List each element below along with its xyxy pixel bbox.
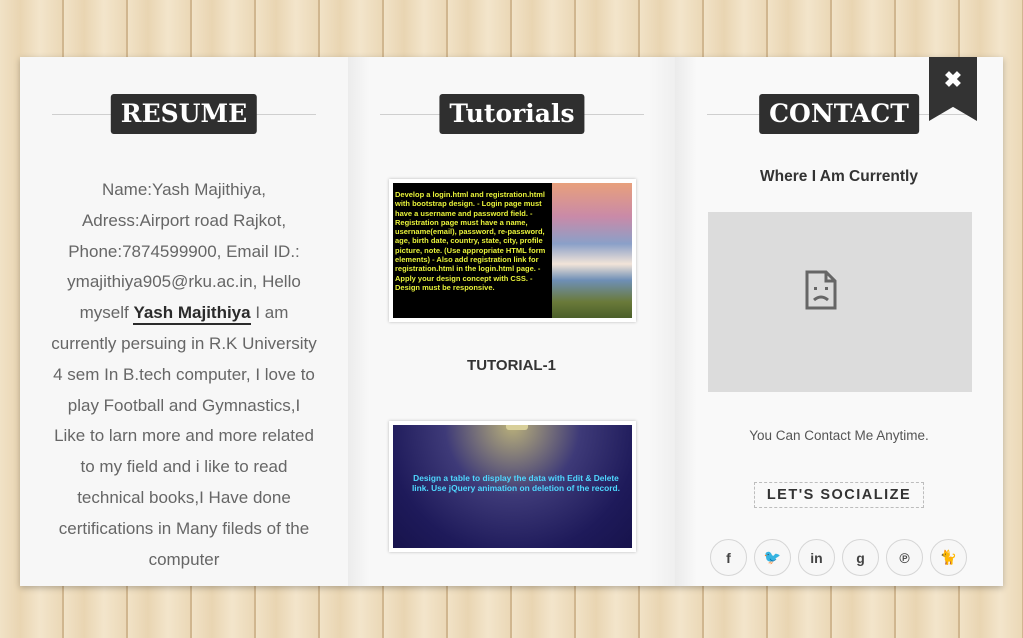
resume-text-after: I am currently persuing in R.K Universit… bbox=[51, 303, 317, 569]
resume-name: Yash Majithiya bbox=[133, 303, 251, 326]
contact-column: CONTACT Where I Am Currently You Can Con… bbox=[675, 57, 1003, 586]
resume-text: Name:Yash Majithiya, Adress:Airport road… bbox=[50, 175, 318, 575]
tutorial-1-photo bbox=[552, 183, 632, 318]
tutorial-1-thumbnail[interactable]: Develop a login.html and registration.ht… bbox=[389, 179, 636, 322]
resume-card: RESUME Name:Yash Majithiya, Adress:Airpo… bbox=[20, 57, 1003, 586]
close-icon[interactable]: ✖ bbox=[929, 69, 977, 91]
lamp-graphic bbox=[506, 425, 528, 430]
github-icon[interactable]: 🐈 bbox=[930, 539, 967, 576]
resume-column: RESUME Name:Yash Majithiya, Adress:Airpo… bbox=[20, 57, 348, 586]
google-plus-icon[interactable]: g bbox=[842, 539, 879, 576]
tutorial-1-title[interactable]: TUTORIAL-1 bbox=[348, 357, 675, 374]
linkedin-icon[interactable]: in bbox=[798, 539, 835, 576]
tutorial-2-image: Design a table to display the data with … bbox=[393, 425, 632, 548]
resume-text-before: Name:Yash Majithiya, Adress:Airport road… bbox=[67, 180, 301, 323]
socialize-label: LET'S SOCIALIZE bbox=[754, 482, 924, 508]
tutorial-2-thumbnail[interactable]: Design a table to display the data with … bbox=[389, 421, 636, 552]
resume-heading: RESUME bbox=[110, 94, 258, 134]
tutorial-1-image: Develop a login.html and registration.ht… bbox=[393, 183, 632, 318]
tutorial-2-image-text: Design a table to display the data with … bbox=[411, 473, 620, 493]
tutorial-1-image-text: Develop a login.html and registration.ht… bbox=[395, 190, 546, 292]
resume-heading-wrap: RESUME bbox=[52, 94, 316, 134]
pinterest-icon[interactable]: ℗ bbox=[886, 539, 923, 576]
location-label: Where I Am Currently bbox=[760, 168, 918, 185]
twitter-icon[interactable]: 🐦 bbox=[754, 539, 791, 576]
tutorials-heading: Tutorials bbox=[439, 94, 585, 134]
map-embed[interactable] bbox=[708, 212, 972, 392]
contact-text: You Can Contact Me Anytime. bbox=[749, 428, 929, 443]
tutorials-column: Tutorials Develop a login.html and regis… bbox=[348, 57, 675, 586]
contact-heading: CONTACT bbox=[759, 94, 919, 134]
facebook-icon[interactable]: f bbox=[710, 539, 747, 576]
tutorials-heading-wrap: Tutorials bbox=[380, 94, 644, 134]
broken-document-icon bbox=[805, 270, 837, 310]
